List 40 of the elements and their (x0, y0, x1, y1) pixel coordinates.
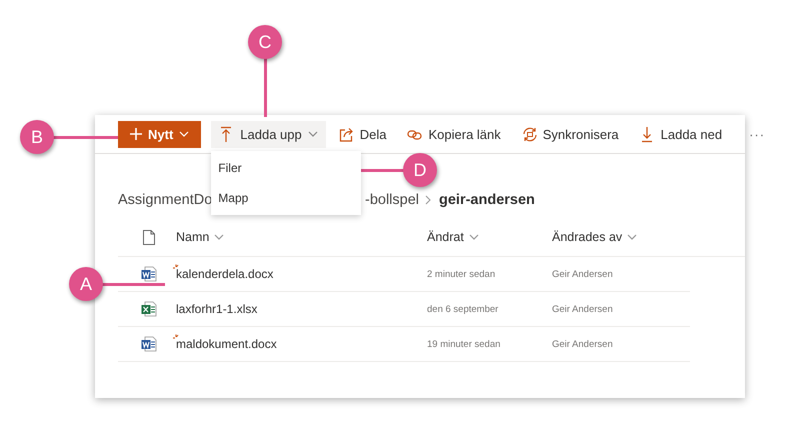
column-header[interactable]: Ändrades av (552, 230, 672, 244)
modified-by: Geir Andersen (552, 268, 614, 280)
chevron-down-icon (214, 234, 224, 240)
column-header[interactable]: Namn (176, 230, 427, 244)
download-button[interactable]: Ladda ned (632, 120, 730, 148)
sync-icon (522, 126, 537, 142)
modified-by: Geir Andersen (552, 304, 614, 314)
excel-file-icon (140, 301, 156, 317)
sync-button[interactable]: Synkronisera (514, 120, 627, 148)
callout-badge: B (20, 120, 54, 154)
chevron-down-icon (627, 234, 638, 240)
column-header[interactable]: Ändrat (427, 230, 552, 244)
share-icon (338, 126, 354, 142)
file-name[interactable]: laxforhr1-1.xlsx (176, 302, 258, 316)
callout-badge: C (248, 25, 282, 59)
word-file-icon (140, 266, 156, 282)
plus-icon (130, 128, 142, 140)
modified-date: 19 minuter sedan (427, 338, 502, 350)
chevron-down-icon (179, 131, 190, 137)
breadcrumb-item[interactable]: -bollspel (365, 192, 419, 208)
menu-item[interactable]: Filer (211, 152, 362, 182)
table-row[interactable]: laxforhr1-1.xlsx den 6 september Geir Andersen (118, 292, 690, 327)
chevron-right-icon (425, 195, 431, 205)
callout-badge: A (69, 267, 103, 301)
modified-date: den 6 september (427, 304, 500, 314)
more-button[interactable]: ··· (741, 120, 774, 148)
file-name[interactable]: kalenderdela.docx (176, 267, 274, 281)
chevron-down-icon (468, 234, 479, 240)
modified-by: Geir Andersen (552, 338, 614, 350)
share-button[interactable]: Dela (330, 120, 394, 148)
breadcrumb-item[interactable]: geir-andersen (439, 192, 535, 208)
modified-date: 2 minuter sedan (427, 268, 496, 280)
new-button[interactable]: Nytt (118, 120, 202, 148)
file-icon (142, 230, 154, 244)
chevron-down-icon (308, 131, 318, 137)
menu-item[interactable]: Mapp (211, 182, 362, 212)
link-button[interactable]: Kopiera länk (399, 120, 509, 148)
file-name[interactable]: maldokument.docx (176, 337, 277, 351)
word-file-icon (140, 336, 156, 352)
download-icon (640, 126, 655, 142)
